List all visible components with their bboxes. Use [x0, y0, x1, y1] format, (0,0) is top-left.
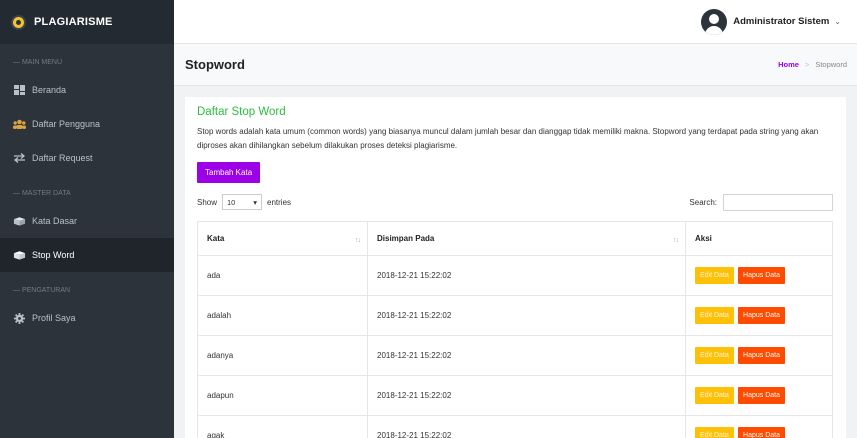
sidebar-item-label: Beranda — [32, 85, 67, 95]
dashboard-icon — [13, 85, 26, 95]
sidebar-item-daftar-request[interactable]: Daftar Request — [0, 141, 174, 175]
sidebar-item-label: Kata Dasar — [32, 216, 78, 226]
table-row: agak 2018-12-21 15:22:02 Edit Data Hapus… — [197, 415, 833, 438]
table-controls: Show 10 ▾ entries Search: — [197, 192, 833, 212]
card-title: Daftar Stop Word — [197, 106, 286, 118]
delete-button[interactable]: Hapus Data — [738, 347, 785, 364]
sidebar-item-stop-word[interactable]: Stop Word — [0, 238, 174, 272]
cell-kata: ada — [197, 255, 368, 296]
sidebar-item-label: Profil Saya — [32, 313, 76, 323]
search-control: Search: — [689, 193, 833, 211]
page-header: Stopword Home > Stopword — [174, 44, 857, 86]
show-label: Show — [197, 197, 218, 207]
breadcrumb: Home > Stopword — [778, 60, 847, 69]
cell-kata: adanya — [197, 335, 368, 376]
stopword-table: Kata ↑↓ Disimpan Pada ↑↓ Aksi ada 2018-1… — [197, 221, 833, 438]
sort-icon: ↑↓ — [673, 237, 679, 244]
edit-button[interactable]: Edit Data — [695, 347, 734, 364]
cell-disimpan: 2018-12-21 15:22:02 — [367, 415, 686, 438]
cell-kata: adalah — [197, 295, 368, 336]
entries-label: entries — [267, 197, 292, 207]
cell-aksi: Edit Data Hapus Data — [685, 295, 833, 336]
sidebar: PLAGIARISME — MAIN MENU Beranda Daftar P… — [0, 0, 174, 438]
section-main-menu: — MAIN MENU — [13, 58, 62, 66]
stopword-card: Daftar Stop Word Stop words adalah kata … — [185, 97, 846, 438]
sidebar-item-label: Daftar Pengguna — [32, 119, 101, 129]
delete-button[interactable]: Hapus Data — [738, 267, 785, 284]
table-row: adalah 2018-12-21 15:22:02 Edit Data Hap… — [197, 295, 833, 336]
avatar[interactable] — [701, 8, 728, 35]
column-header-aksi: Aksi — [685, 221, 833, 256]
cell-disimpan: 2018-12-21 15:22:02 — [367, 255, 686, 296]
chevron-down-icon: ▾ — [253, 197, 258, 207]
cell-disimpan: 2018-12-21 15:22:02 — [367, 375, 686, 416]
box-icon — [13, 250, 26, 260]
breadcrumb-current: Stopword — [815, 60, 847, 69]
table-row: adapun 2018-12-21 15:22:02 Edit Data Hap… — [197, 375, 833, 416]
add-word-button[interactable]: Tambah Kata — [197, 162, 261, 183]
sidebar-item-label: Stop Word — [32, 250, 75, 260]
delete-button[interactable]: Hapus Data — [738, 387, 785, 404]
sidebar-item-label: Daftar Request — [32, 153, 93, 163]
cell-disimpan: 2018-12-21 15:22:02 — [367, 335, 686, 376]
search-input[interactable] — [723, 193, 833, 211]
exchange-icon — [13, 153, 26, 163]
entries-select[interactable]: 10 ▾ — [222, 194, 263, 210]
page-title: Stopword — [185, 57, 245, 72]
brand-name: PLAGIARISME — [34, 16, 113, 28]
edit-button[interactable]: Edit Data — [695, 267, 734, 284]
chevron-down-icon[interactable]: ⌄ — [834, 17, 841, 26]
length-control: Show 10 ▾ entries — [197, 194, 291, 210]
cell-aksi: Edit Data Hapus Data — [685, 415, 833, 438]
column-header-disimpan-pada[interactable]: Disimpan Pada ↑↓ — [367, 221, 686, 256]
breadcrumb-home[interactable]: Home — [778, 60, 799, 69]
card-description: Stop words adalah kata umum (common word… — [197, 127, 819, 150]
delete-button[interactable]: Hapus Data — [738, 427, 785, 438]
cell-aksi: Edit Data Hapus Data — [685, 255, 833, 296]
table-header-row: Kata ↑↓ Disimpan Pada ↑↓ Aksi — [197, 221, 833, 256]
users-icon — [13, 119, 26, 129]
cell-kata: adapun — [197, 375, 368, 416]
section-master-data: — MASTER DATA — [13, 189, 71, 197]
logo-icon — [11, 14, 26, 30]
sidebar-item-daftar-pengguna[interactable]: Daftar Pengguna — [0, 107, 174, 141]
cell-kata: agak — [197, 415, 368, 438]
column-header-kata[interactable]: Kata ↑↓ — [197, 221, 368, 256]
cell-aksi: Edit Data Hapus Data — [685, 375, 833, 416]
table-row: adanya 2018-12-21 15:22:02 Edit Data Hap… — [197, 335, 833, 376]
edit-button[interactable]: Edit Data — [695, 307, 734, 324]
sidebar-item-profil-saya[interactable]: Profil Saya — [0, 301, 174, 335]
cell-disimpan: 2018-12-21 15:22:02 — [367, 295, 686, 336]
content-area: Daftar Stop Word Stop words adalah kata … — [174, 86, 857, 438]
delete-button[interactable]: Hapus Data — [738, 307, 785, 324]
sort-icon: ↑↓ — [355, 237, 361, 244]
sidebar-item-kata-dasar[interactable]: Kata Dasar — [0, 204, 174, 238]
sidebar-item-beranda[interactable]: Beranda — [0, 73, 174, 107]
edit-button[interactable]: Edit Data — [695, 387, 734, 404]
brand[interactable]: PLAGIARISME — [0, 0, 174, 44]
edit-button[interactable]: Edit Data — [695, 427, 734, 438]
cell-aksi: Edit Data Hapus Data — [685, 335, 833, 376]
box-icon — [13, 216, 26, 226]
entries-select-value: 10 — [227, 197, 236, 207]
user-menu[interactable]: Administrator Sistem — [733, 16, 829, 27]
breadcrumb-separator: > — [804, 60, 810, 69]
search-label: Search: — [689, 197, 717, 207]
gear-icon — [13, 312, 26, 324]
section-pengaturan: — PENGATURAN — [13, 286, 71, 294]
table-row: ada 2018-12-21 15:22:02 Edit Data Hapus … — [197, 255, 833, 296]
topbar: Administrator Sistem ⌄ — [174, 0, 857, 44]
